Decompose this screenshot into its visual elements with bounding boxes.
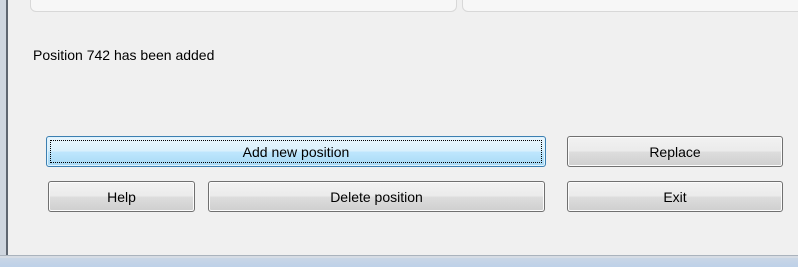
replace-label: Replace	[649, 143, 701, 160]
help-label: Help	[107, 188, 136, 205]
dialog-window: Position 742 has been added Add new posi…	[0, 0, 798, 267]
delete-position-button[interactable]: Delete position	[208, 181, 545, 212]
delete-position-label: Delete position	[330, 188, 423, 205]
add-new-position-button[interactable]: Add new position	[46, 136, 546, 167]
window-frame-bottom	[0, 255, 798, 267]
top-panel-right-edge	[462, 0, 798, 12]
status-message: Position 742 has been added	[33, 47, 215, 63]
exit-button[interactable]: Exit	[567, 181, 783, 212]
replace-button[interactable]: Replace	[567, 136, 783, 167]
exit-label: Exit	[663, 188, 687, 205]
window-frame-left	[0, 0, 10, 267]
add-new-position-label: Add new position	[242, 143, 350, 160]
top-panel-left-edge	[30, 0, 457, 12]
help-button[interactable]: Help	[48, 181, 195, 212]
